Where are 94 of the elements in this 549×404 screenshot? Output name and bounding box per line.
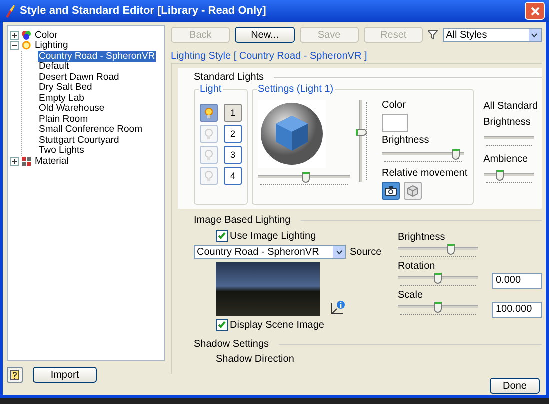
light-toggle[interactable] bbox=[200, 104, 218, 122]
camera-icon bbox=[385, 186, 397, 196]
slider[interactable] bbox=[398, 302, 478, 318]
group-label: Light bbox=[199, 84, 223, 95]
color-wheel-icon bbox=[22, 30, 31, 40]
tree-item[interactable]: Lighting bbox=[34, 40, 70, 52]
chevron-down-icon bbox=[336, 250, 342, 254]
light-button[interactable]: 1 bbox=[224, 104, 242, 122]
close-button[interactable] bbox=[525, 2, 545, 20]
section-heading: Image Based Lighting bbox=[194, 214, 291, 226]
number-field[interactable]: 0.000 bbox=[492, 273, 542, 289]
sphere-cube-drawing bbox=[260, 102, 324, 166]
light-button[interactable]: 3 bbox=[224, 146, 242, 164]
light-toggle[interactable] bbox=[200, 167, 218, 185]
field-label: Shadow Direction bbox=[215, 354, 296, 365]
minus-icon bbox=[12, 43, 17, 48]
checkbox-label: Use Image Lighting bbox=[230, 230, 316, 242]
filter-icon bbox=[428, 30, 438, 40]
slider-thumb[interactable] bbox=[434, 302, 442, 313]
slider-thumb[interactable] bbox=[356, 128, 367, 136]
bulb-icon bbox=[205, 128, 213, 140]
plus-icon bbox=[12, 158, 17, 164]
help-icon bbox=[10, 370, 20, 380]
slider[interactable] bbox=[382, 149, 464, 165]
done-button[interactable]: Done bbox=[490, 378, 540, 394]
tree-item[interactable]: Stuttgart Courtyard bbox=[38, 134, 120, 146]
expand-toggle[interactable] bbox=[10, 30, 19, 40]
slider[interactable] bbox=[484, 170, 534, 186]
check-icon bbox=[218, 321, 226, 329]
number-field[interactable]: 100.000 bbox=[492, 302, 542, 318]
dropdown[interactable]: Country Road - SpheronVR bbox=[194, 245, 346, 259]
mode-button[interactable] bbox=[382, 182, 400, 200]
field-label: Source bbox=[350, 246, 382, 258]
tree-item[interactable]: Country Road - SpheronVR bbox=[38, 50, 156, 62]
bulb-icon bbox=[205, 150, 213, 160]
slider[interactable] bbox=[398, 273, 478, 289]
checkbox-label: Display Scene Image bbox=[230, 320, 324, 330]
dropdown[interactable]: All Styles bbox=[443, 28, 542, 42]
axis-info-icon bbox=[330, 300, 346, 316]
check-icon bbox=[218, 232, 226, 240]
slider-thumb[interactable] bbox=[496, 170, 504, 181]
chevron-down-icon bbox=[531, 32, 538, 38]
tree-item[interactable]: Two Lights bbox=[38, 145, 86, 156]
vertical-slider[interactable] bbox=[356, 100, 368, 182]
help-button[interactable] bbox=[7, 367, 23, 383]
window-title: Style and Standard Editor [Library - Read Only] bbox=[20, 5, 266, 17]
slider[interactable] bbox=[398, 244, 478, 260]
field-label: Relative movement bbox=[382, 168, 468, 179]
field-label: All Standard bbox=[484, 101, 536, 112]
tree-item[interactable]: Material bbox=[34, 156, 70, 167]
tree-item[interactable]: Dry Salt Bed bbox=[38, 82, 94, 94]
tree-item[interactable]: Small Conference Room bbox=[38, 124, 144, 136]
tree-item[interactable]: Color bbox=[34, 30, 59, 41]
section-heading: Shadow Settings bbox=[194, 338, 270, 350]
section-heading: Standard Lights bbox=[194, 72, 264, 82]
field-label: Color bbox=[382, 100, 407, 111]
slider-thumb[interactable] bbox=[302, 172, 310, 183]
import-button[interactable]: Import bbox=[33, 367, 97, 383]
bulb-icon bbox=[22, 41, 31, 50]
slider-thumb[interactable] bbox=[452, 149, 460, 160]
panel-title: Lighting Style [ Country Road - SpheronVR ] bbox=[171, 51, 368, 62]
light-toggle[interactable] bbox=[200, 146, 218, 164]
tree-item[interactable]: Old Warehouse bbox=[38, 103, 106, 114]
checkbox[interactable] bbox=[216, 230, 228, 242]
slider-thumb[interactable] bbox=[434, 273, 442, 284]
field-label: Brightness bbox=[484, 117, 532, 128]
tree-item[interactable]: Default bbox=[38, 61, 70, 72]
collapse-toggle[interactable] bbox=[10, 41, 19, 50]
group-label: Settings (Light 1) bbox=[257, 84, 335, 95]
tree-item[interactable]: Plain Room bbox=[38, 114, 90, 125]
tree-item[interactable]: Empty Lab bbox=[38, 92, 86, 104]
tree-item[interactable]: Desert Dawn Road bbox=[38, 72, 120, 83]
slider[interactable] bbox=[258, 172, 350, 188]
checker-icon bbox=[22, 156, 31, 166]
cube-icon bbox=[407, 185, 419, 197]
light-toggle[interactable] bbox=[200, 125, 218, 143]
plus-icon bbox=[12, 32, 17, 38]
brush-icon bbox=[4, 4, 16, 18]
slider-track[interactable] bbox=[484, 133, 534, 149]
light-button[interactable]: 4 bbox=[224, 167, 242, 185]
field-label: Rotation bbox=[398, 261, 436, 272]
bulb-icon bbox=[205, 170, 213, 182]
field-label: Scale bbox=[398, 290, 424, 301]
field-label: Brightness bbox=[398, 232, 446, 243]
checkbox[interactable] bbox=[216, 319, 228, 331]
toolbar-button[interactable]: New... bbox=[235, 27, 295, 43]
bulb-icon bbox=[205, 108, 213, 118]
field-label: Ambience bbox=[484, 154, 530, 165]
light-button[interactable]: 2 bbox=[224, 125, 242, 143]
close-icon bbox=[530, 6, 540, 16]
slider-thumb[interactable] bbox=[446, 244, 455, 255]
expand-toggle[interactable] bbox=[10, 156, 19, 166]
color-swatch[interactable] bbox=[382, 114, 408, 132]
field-label: Brightness bbox=[382, 135, 430, 146]
